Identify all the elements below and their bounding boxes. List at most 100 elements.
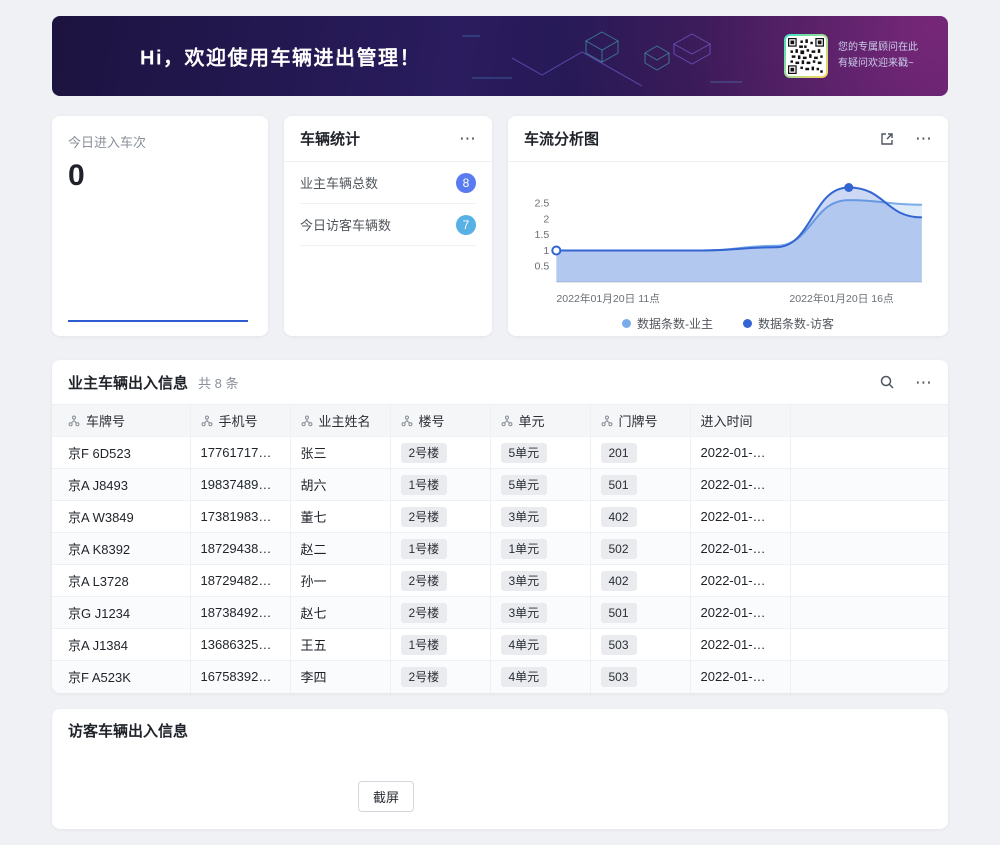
column-header-plate[interactable]: 车牌号: [52, 405, 190, 437]
table-row: 京F 6D52317761717…张三2号楼 5单元 2012022-01-…: [52, 437, 948, 469]
table-cell-building[interactable]: 1号楼: [390, 469, 490, 501]
table-cell-blank[interactable]: [790, 565, 948, 597]
table-cell-door[interactable]: 502: [590, 533, 690, 565]
table-row: 京G J123418738492…赵七2号楼 3单元 5012022-01-…: [52, 597, 948, 629]
table-cell-owner-name[interactable]: 赵七: [290, 597, 390, 629]
cell-tag: 3单元: [501, 507, 548, 527]
table-cell-plate[interactable]: 京F A523K: [52, 661, 190, 693]
table-cell-door[interactable]: 402: [590, 501, 690, 533]
table-row: 京A K839218729438…赵二1号楼1单元5022022-01-…: [52, 533, 948, 565]
welcome-banner: Hi，欢迎使用车辆进出管理！: [52, 16, 948, 96]
cell-tag: 3单元: [501, 571, 548, 591]
open-in-new-icon[interactable]: [879, 131, 895, 147]
visitor-card-button[interactable]: 截屏: [358, 781, 414, 812]
table-cell-phone[interactable]: 17381983…: [190, 501, 290, 533]
column-header-door[interactable]: 门牌号: [590, 405, 690, 437]
table-cell-unit[interactable]: 3单元: [490, 597, 590, 629]
legend-item: 数据条数-访客: [743, 315, 834, 332]
table-cell-entry-time[interactable]: 2022-01-…: [690, 629, 790, 661]
chart-legend: 数据条数-业主数据条数-访客: [522, 315, 934, 332]
table-cell-unit[interactable]: 4单元: [490, 661, 590, 693]
table-cell-owner-name[interactable]: 赵二: [290, 533, 390, 565]
owner-table: 车牌号手机号业主姓名楼号单元门牌号进入时间 京F 6D52317761717…张…: [52, 404, 948, 693]
table-cell-plate[interactable]: 京G J1234: [52, 597, 190, 629]
table-cell-phone[interactable]: 18729438…: [190, 533, 290, 565]
table-cell-door[interactable]: 503: [590, 661, 690, 693]
table-cell-blank[interactable]: [790, 629, 948, 661]
column-header-entry-time[interactable]: 进入时间: [690, 405, 790, 437]
table-cell-entry-time[interactable]: 2022-01-…: [690, 469, 790, 501]
more-menu-icon[interactable]: ⋯: [459, 130, 476, 147]
table-cell-phone[interactable]: 18738492…: [190, 597, 290, 629]
table-cell-entry-time[interactable]: 2022-01-…: [690, 565, 790, 597]
table-cell-plate[interactable]: 京F 6D523: [52, 437, 190, 469]
qr-caption: 您的专属顾问在此 有疑问欢迎来戳~: [838, 40, 930, 72]
table-cell-building[interactable]: 2号楼: [390, 437, 490, 469]
table-cell-blank[interactable]: [790, 661, 948, 693]
table-cell-phone[interactable]: 19837489…: [190, 469, 290, 501]
table-cell-plate[interactable]: 京A L3728: [52, 565, 190, 597]
column-header-owner-name[interactable]: 业主姓名: [290, 405, 390, 437]
table-cell-building[interactable]: 1号楼: [390, 629, 490, 661]
table-cell-blank[interactable]: [790, 597, 948, 629]
table-cell-door[interactable]: 402: [590, 565, 690, 597]
table-cell-phone[interactable]: 16758392…: [190, 661, 290, 693]
table-cell-door[interactable]: 503: [590, 629, 690, 661]
table-cell-door[interactable]: 201: [590, 437, 690, 469]
table-cell-owner-name[interactable]: 王五: [290, 629, 390, 661]
table-row: 京A J138413686325…王五1号楼4单元5032022-01-…: [52, 629, 948, 661]
table-cell-building[interactable]: 2号楼: [390, 597, 490, 629]
table-cell-phone[interactable]: 13686325…: [190, 629, 290, 661]
table-cell-building[interactable]: 2号楼: [390, 661, 490, 693]
table-cell-phone[interactable]: 17761717…: [190, 437, 290, 469]
field-type-icon: [201, 415, 213, 427]
stat-label: 业主车辆总数: [300, 173, 378, 192]
table-cell-blank[interactable]: [790, 469, 948, 501]
table-cell-owner-name[interactable]: 张三: [290, 437, 390, 469]
table-cell-door[interactable]: 501: [590, 597, 690, 629]
table-cell-plate[interactable]: 京A J8493: [52, 469, 190, 501]
table-cell-owner-name[interactable]: 胡六: [290, 469, 390, 501]
table-cell-entry-time[interactable]: 2022-01-…: [690, 597, 790, 629]
table-cell-unit[interactable]: 5单元: [490, 469, 590, 501]
table-cell-unit[interactable]: 3单元: [490, 565, 590, 597]
table-cell-owner-name[interactable]: 董七: [290, 501, 390, 533]
table-cell-owner-name[interactable]: 李四: [290, 661, 390, 693]
table-cell-plate[interactable]: 京A K8392: [52, 533, 190, 565]
owner-table-card: 业主车辆出入信息 共 8 条 ⋯ 车牌号手机号业主姓名楼号单元门牌号进入时间 京…: [52, 360, 948, 693]
table-cell-owner-name[interactable]: 孙一: [290, 565, 390, 597]
entry-count-value: 0: [68, 159, 252, 193]
cell-tag: 3单元: [501, 603, 548, 623]
table-cell-unit[interactable]: 1单元: [490, 533, 590, 565]
table-cell-unit[interactable]: 3单元: [490, 501, 590, 533]
legend-label: 数据条数-访客: [758, 315, 834, 332]
visitor-table-card: 访客车辆出入信息 截屏: [52, 709, 948, 829]
search-icon[interactable]: [879, 374, 895, 390]
table-cell-entry-time[interactable]: 2022-01-…: [690, 533, 790, 565]
table-cell-entry-time[interactable]: 2022-01-…: [690, 437, 790, 469]
table-cell-unit[interactable]: 5单元: [490, 437, 590, 469]
more-menu-icon[interactable]: ⋯: [915, 374, 932, 391]
column-header-building[interactable]: 楼号: [390, 405, 490, 437]
table-cell-blank[interactable]: [790, 501, 948, 533]
table-cell-unit[interactable]: 4单元: [490, 629, 590, 661]
cell-tag: 5单元: [501, 475, 548, 495]
table-cell-door[interactable]: 501: [590, 469, 690, 501]
column-header-phone[interactable]: 手机号: [190, 405, 290, 437]
flow-chart-body: 0.511.522.52022年01月20日 11点2022年01月20日 16…: [508, 162, 948, 332]
table-cell-entry-time[interactable]: 2022-01-…: [690, 661, 790, 693]
table-cell-blank[interactable]: [790, 533, 948, 565]
svg-text:1: 1: [543, 245, 549, 257]
cell-tag: 5单元: [501, 443, 548, 463]
table-cell-entry-time[interactable]: 2022-01-…: [690, 501, 790, 533]
table-cell-plate[interactable]: 京A J1384: [52, 629, 190, 661]
more-menu-icon[interactable]: ⋯: [915, 130, 932, 147]
table-cell-building[interactable]: 1号楼: [390, 533, 490, 565]
table-cell-building[interactable]: 2号楼: [390, 565, 490, 597]
column-header-unit[interactable]: 单元: [490, 405, 590, 437]
table-cell-phone[interactable]: 18729482…: [190, 565, 290, 597]
table-cell-building[interactable]: 2号楼: [390, 501, 490, 533]
table-cell-plate[interactable]: 京A W3849: [52, 501, 190, 533]
stat-row: 业主车辆总数8: [300, 162, 476, 204]
table-cell-blank[interactable]: [790, 437, 948, 469]
